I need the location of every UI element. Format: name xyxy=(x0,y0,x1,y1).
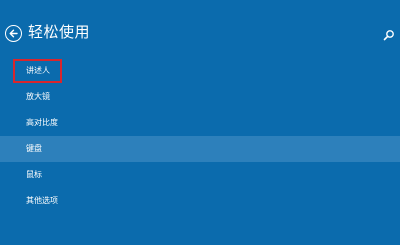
menu-item-label: 键盘 xyxy=(26,144,42,153)
menu-item-high-contrast[interactable]: 高对比度 xyxy=(0,110,400,136)
menu-item-other-options[interactable]: 其他选项 xyxy=(0,188,400,214)
page-title: 轻松使用 xyxy=(28,23,91,41)
back-button[interactable] xyxy=(5,25,22,42)
menu-item-keyboard[interactable]: 键盘 xyxy=(0,136,400,162)
menu-item-mouse[interactable]: 鼠标 xyxy=(0,162,400,188)
menu-item-label: 鼠标 xyxy=(26,170,42,179)
menu-item-label: 讲述人 xyxy=(13,59,62,83)
menu-item-narrator[interactable]: 讲述人 xyxy=(0,58,400,84)
menu-item-label: 放大镜 xyxy=(26,92,50,101)
search-icon xyxy=(383,30,394,41)
accessibility-menu: 讲述人 放大镜 高对比度 键盘 鼠标 其他选项 xyxy=(0,58,400,214)
menu-item-magnifier[interactable]: 放大镜 xyxy=(0,84,400,110)
menu-item-label: 其他选项 xyxy=(26,196,58,205)
search-button[interactable] xyxy=(383,26,395,41)
menu-item-label: 高对比度 xyxy=(26,118,58,127)
arrow-left-icon xyxy=(9,29,18,38)
page-header: 轻松使用 xyxy=(0,0,400,52)
